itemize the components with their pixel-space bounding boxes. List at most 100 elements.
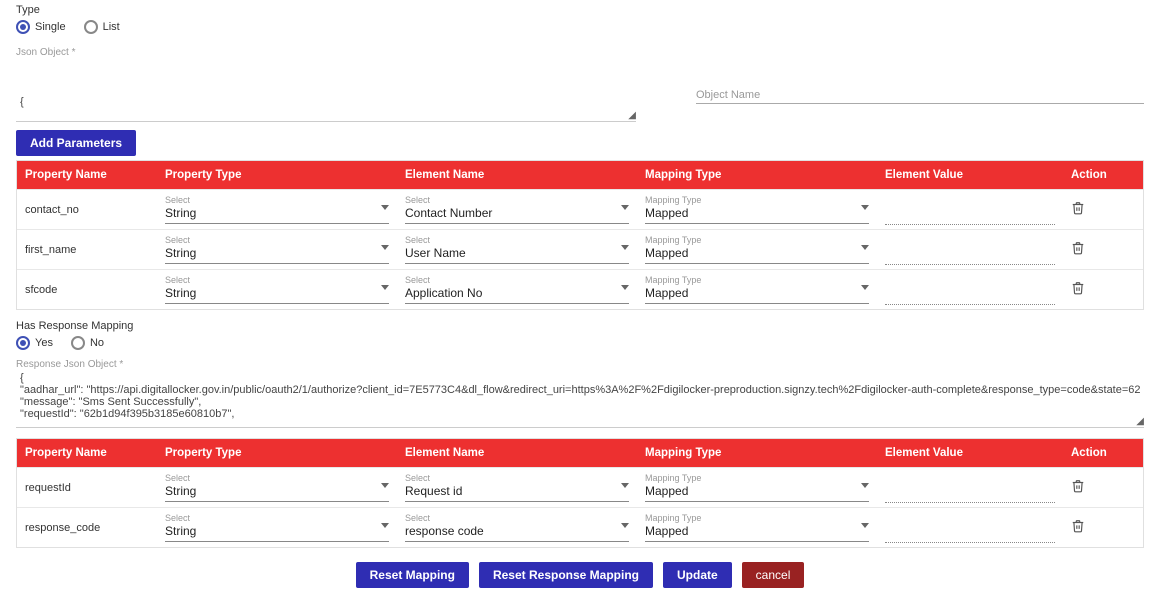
response-mapping-yes-label: Yes — [35, 337, 53, 349]
type-radio-single[interactable]: Single — [16, 20, 66, 34]
trash-icon — [1071, 201, 1085, 215]
chevron-down-icon — [381, 523, 389, 528]
property-type-select[interactable]: SelectString — [165, 473, 389, 502]
radio-unselected-icon — [71, 336, 85, 350]
hdr-element-name: Element Name — [397, 447, 637, 459]
hdr-mapping-type: Mapping Type — [637, 169, 877, 181]
element-name-select[interactable]: SelectApplication No — [405, 275, 629, 304]
element-value-input[interactable] — [885, 205, 1055, 225]
request-grid-header: Property Name Property Type Element Name… — [17, 161, 1143, 189]
response-grid: Property Name Property Type Element Name… — [16, 438, 1144, 548]
response-mapping-no[interactable]: No — [71, 336, 104, 350]
property-type-select[interactable]: SelectString — [165, 275, 389, 304]
mapping-type-select[interactable]: Mapping TypeMapped — [645, 473, 869, 502]
table-row: first_name SelectString SelectUser Name … — [17, 229, 1143, 269]
chevron-down-icon — [621, 245, 629, 250]
chevron-down-icon — [861, 205, 869, 210]
chevron-down-icon — [861, 245, 869, 250]
element-name-select[interactable]: Selectresponse code — [405, 513, 629, 542]
hdr-property-name: Property Name — [17, 169, 157, 181]
trash-icon — [1071, 241, 1085, 255]
cancel-button[interactable]: cancel — [742, 562, 805, 588]
json-line: "message": "Sms Sent Successfully", — [20, 396, 1140, 408]
property-name: first_name — [25, 244, 76, 256]
json-object-textarea[interactable]: { "contact_no": "8899105795", "first_nam… — [16, 58, 636, 122]
type-radio-list-label: List — [103, 21, 120, 33]
hdr-element-name: Element Name — [397, 169, 637, 181]
hdr-property-type: Property Type — [157, 447, 397, 459]
reset-mapping-button[interactable]: Reset Mapping — [356, 562, 469, 588]
json-object-label: Json Object * — [16, 47, 75, 58]
chevron-down-icon — [621, 285, 629, 290]
hdr-mapping-type: Mapping Type — [637, 447, 877, 459]
hdr-action: Action — [1063, 447, 1143, 459]
response-mapping-yes[interactable]: Yes — [16, 336, 53, 350]
chevron-down-icon — [381, 483, 389, 488]
property-type-select[interactable]: SelectString — [165, 195, 389, 224]
type-radio-group: Single List — [16, 20, 1144, 34]
add-parameters-button[interactable]: Add Parameters — [16, 130, 136, 156]
chevron-down-icon — [861, 523, 869, 528]
response-json-textarea[interactable]: { "aadhar_url": "https://api.digitallock… — [16, 370, 1144, 428]
property-name: requestId — [25, 482, 71, 494]
hdr-property-type: Property Type — [157, 169, 397, 181]
mapping-type-select[interactable]: Mapping TypeMapped — [645, 195, 869, 224]
radio-selected-icon — [16, 20, 30, 34]
hdr-action: Action — [1063, 169, 1143, 181]
reset-response-mapping-button[interactable]: Reset Response Mapping — [479, 562, 653, 588]
element-value-input[interactable] — [885, 523, 1055, 543]
json-line: { — [20, 372, 1140, 384]
element-value-input[interactable] — [885, 285, 1055, 305]
trash-icon — [1071, 281, 1085, 295]
request-grid: Property Name Property Type Element Name… — [16, 160, 1144, 310]
type-label: Type — [16, 4, 1144, 16]
mapping-type-select[interactable]: Mapping TypeMapped — [645, 275, 869, 304]
response-mapping-radio-group: Yes No — [16, 336, 1144, 350]
type-radio-list[interactable]: List — [84, 20, 120, 34]
chevron-down-icon — [381, 205, 389, 210]
trash-icon — [1071, 519, 1085, 533]
chevron-down-icon — [861, 483, 869, 488]
json-line: { — [20, 96, 632, 108]
element-name-select[interactable]: SelectUser Name — [405, 235, 629, 264]
element-name-select[interactable]: SelectContact Number — [405, 195, 629, 224]
response-mapping-no-label: No — [90, 337, 104, 349]
textarea-resize-icon[interactable]: ◢ — [1134, 417, 1144, 427]
update-button[interactable]: Update — [663, 562, 732, 588]
table-row: contact_no SelectString SelectContact Nu… — [17, 189, 1143, 229]
delete-row-button[interactable] — [1071, 242, 1085, 259]
footer-button-row: Reset Mapping Reset Response Mapping Upd… — [16, 562, 1144, 588]
delete-row-button[interactable] — [1071, 202, 1085, 219]
property-type-select[interactable]: SelectString — [165, 513, 389, 542]
chevron-down-icon — [861, 285, 869, 290]
radio-selected-icon — [16, 336, 30, 350]
json-line: "aadhar_url": "https://api.digitallocker… — [20, 384, 1140, 396]
property-type-select[interactable]: SelectString — [165, 235, 389, 264]
element-value-input[interactable] — [885, 245, 1055, 265]
element-name-select[interactable]: SelectRequest id — [405, 473, 629, 502]
object-name-input[interactable]: Object Name — [696, 84, 1144, 104]
table-row: requestId SelectString SelectRequest id … — [17, 467, 1143, 507]
textarea-resize-icon[interactable]: ◢ — [626, 111, 636, 121]
table-row: sfcode SelectString SelectApplication No… — [17, 269, 1143, 309]
chevron-down-icon — [621, 523, 629, 528]
has-response-mapping-label: Has Response Mapping — [16, 320, 1144, 332]
chevron-down-icon — [621, 205, 629, 210]
trash-icon — [1071, 479, 1085, 493]
property-name: contact_no — [25, 204, 79, 216]
element-value-input[interactable] — [885, 483, 1055, 503]
delete-row-button[interactable] — [1071, 282, 1085, 299]
object-name-placeholder: Object Name — [696, 89, 760, 101]
property-name: sfcode — [25, 284, 57, 296]
radio-unselected-icon — [84, 20, 98, 34]
table-row: response_code SelectString Selectrespons… — [17, 507, 1143, 547]
mapping-type-select[interactable]: Mapping TypeMapped — [645, 513, 869, 542]
hdr-element-value: Element Value — [877, 169, 1063, 181]
delete-row-button[interactable] — [1071, 520, 1085, 537]
property-name: response_code — [25, 522, 100, 534]
delete-row-button[interactable] — [1071, 480, 1085, 497]
mapping-type-select[interactable]: Mapping TypeMapped — [645, 235, 869, 264]
chevron-down-icon — [621, 483, 629, 488]
type-radio-single-label: Single — [35, 21, 66, 33]
hdr-property-name: Property Name — [17, 447, 157, 459]
